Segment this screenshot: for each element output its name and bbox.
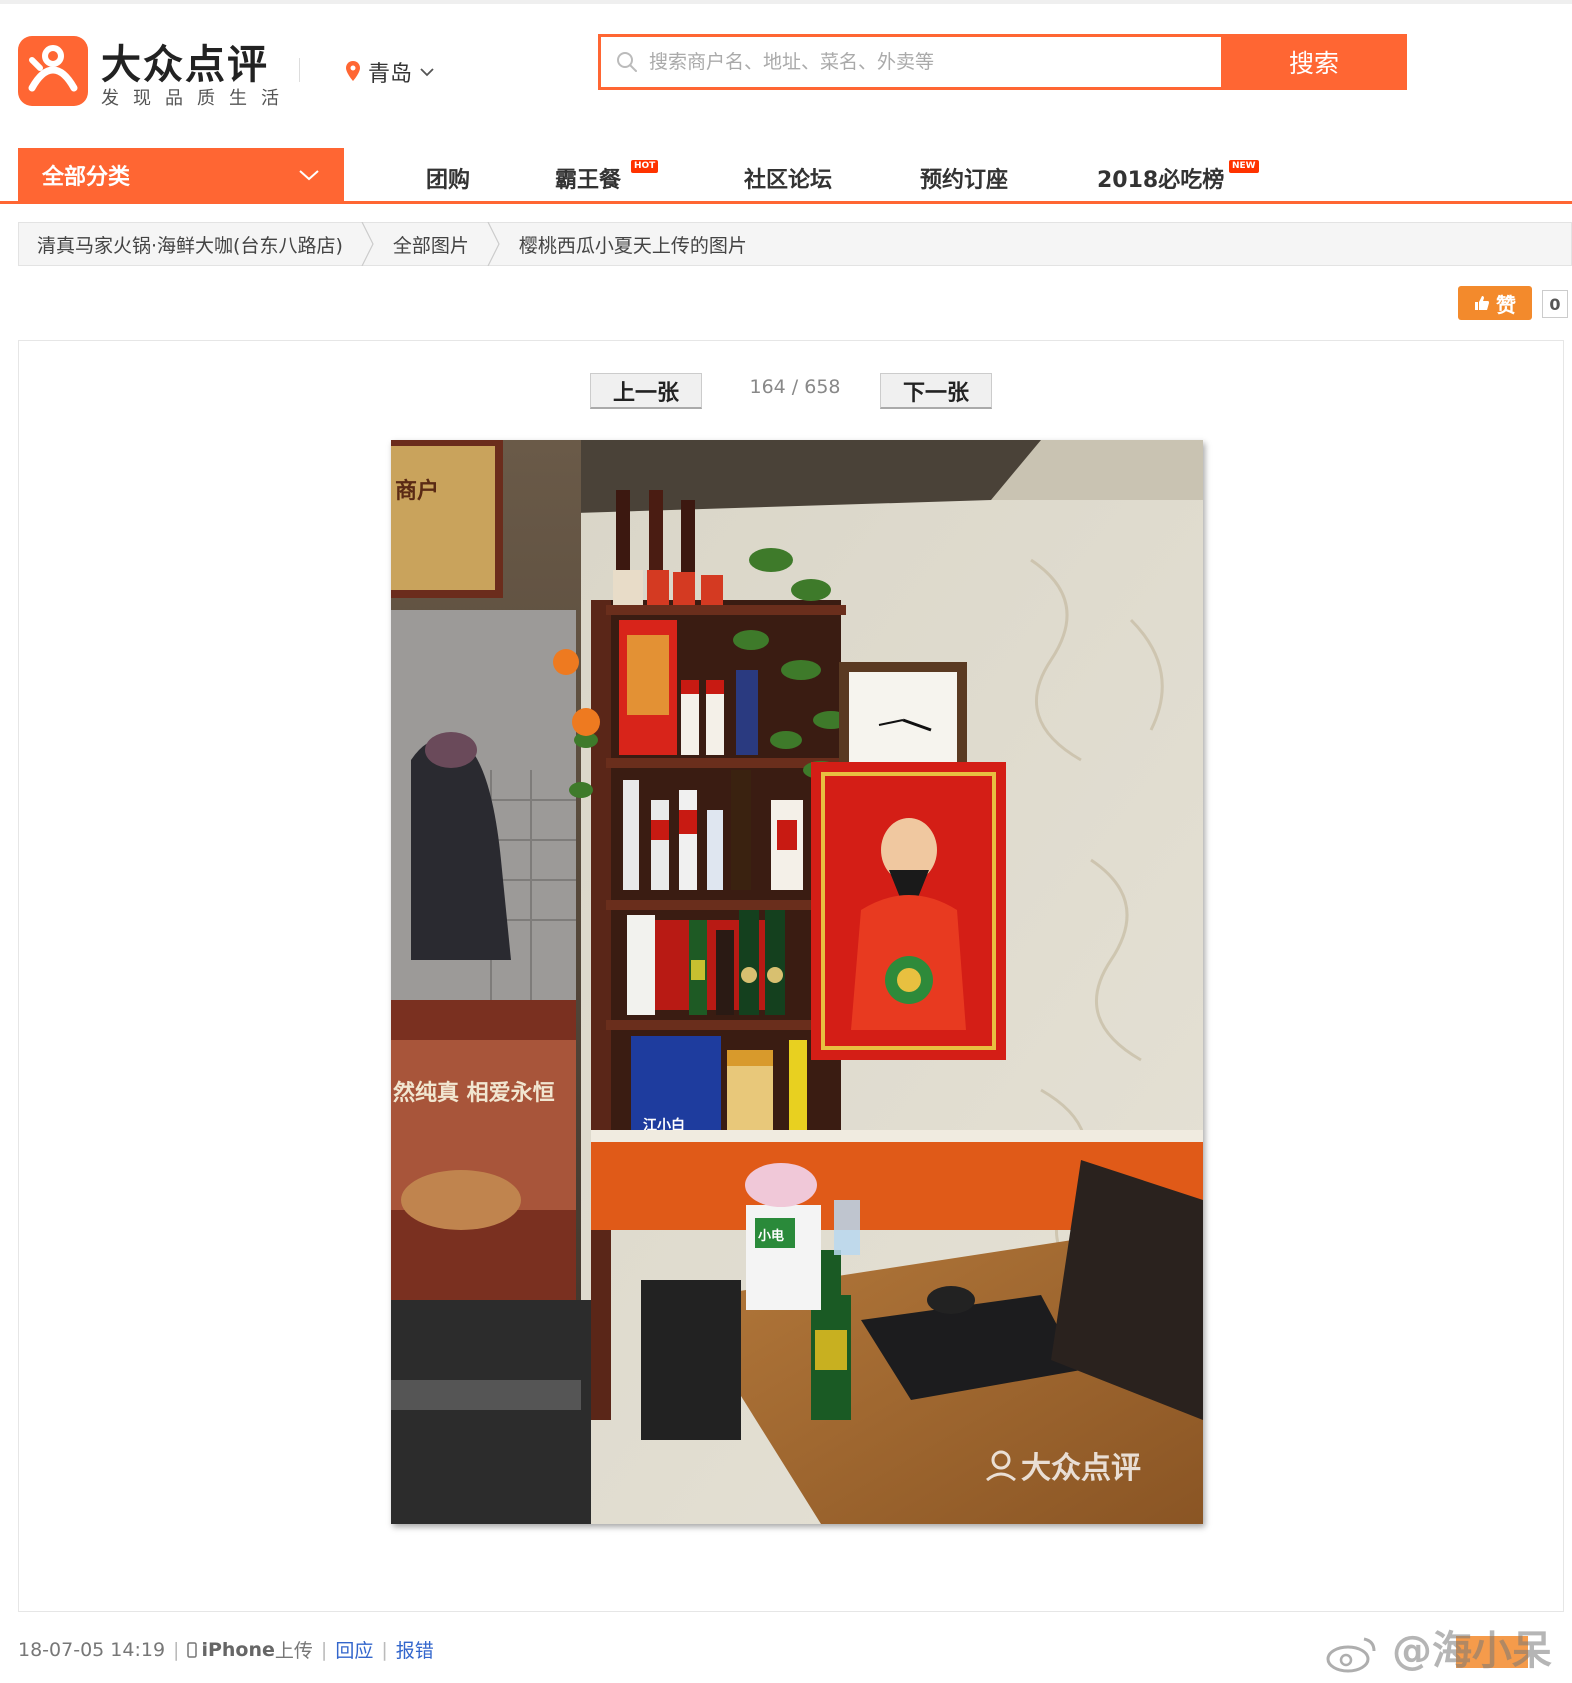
breadcrumb-separator-icon <box>361 222 374 266</box>
breadcrumb-label: 全部图片 <box>392 234 469 257</box>
brand-name: 大众点评 <box>101 42 269 88</box>
meta-separator: | <box>173 1638 180 1661</box>
search-input[interactable] <box>647 50 1191 74</box>
city-name: 青岛 <box>368 62 413 87</box>
logo-icon[interactable] <box>18 36 88 106</box>
hot-badge: HOT <box>631 160 659 173</box>
nav-item-tuangou[interactable]: 团购 <box>426 162 470 194</box>
photo-watermark: 大众点评 <box>1021 1451 1141 1486</box>
nav-item-label: 预约订座 <box>920 168 1009 193</box>
sign-text: 商户 <box>395 478 439 504</box>
nav-item-label: 2018必吃榜 <box>1097 168 1225 193</box>
location-pin-icon <box>346 61 360 81</box>
photo-meta: 18-07-05 14:19 | iPhone 上传 | 回应 | 报错 <box>18 1636 434 1663</box>
search-box <box>598 34 1221 90</box>
nav-item-bawangcan[interactable]: 霸王餐 HOT <box>555 160 659 194</box>
upload-suffix: 上传 <box>274 1640 313 1662</box>
nav-underline <box>0 201 1572 204</box>
next-photo-button[interactable]: 下一张 <box>880 373 992 409</box>
breadcrumb-shop[interactable]: 清真马家火锅·海鲜大咖(台东八路店) <box>19 223 361 265</box>
nav-item-forum[interactable]: 社区论坛 <box>744 162 832 194</box>
chevron-down-icon <box>299 170 319 181</box>
weibo-watermark: @海小呆 <box>1326 1618 1552 1676</box>
weibo-handle: @海小呆 <box>1391 1628 1552 1674</box>
meta-separator: | <box>320 1638 328 1661</box>
like-count: 0 <box>1542 290 1568 318</box>
nav-item-reservation[interactable]: 预约订座 <box>920 162 1008 194</box>
city-selector[interactable]: 青岛 <box>346 56 434 88</box>
nav-item-must-eat[interactable]: 2018必吃榜 NEW <box>1097 160 1259 194</box>
nav-item-label: 社区论坛 <box>744 168 833 193</box>
like-label: 赞 <box>1496 292 1516 317</box>
new-badge: NEW <box>1229 160 1259 173</box>
reply-link[interactable]: 回应 <box>335 1636 373 1663</box>
charger-text: 小电 <box>758 1228 784 1244</box>
breadcrumb-separator-icon <box>487 222 500 266</box>
main-photo[interactable]: 商户 然纯真 相爱永恒 江小白 小电 大众点评 <box>391 440 1203 1524</box>
thumbs-up-icon <box>1475 296 1489 310</box>
nav-item-label: 霸王餐 <box>555 168 622 193</box>
search-button[interactable]: 搜索 <box>1221 34 1407 90</box>
all-categories-label: 全部分类 <box>42 165 131 190</box>
upload-datetime: 18-07-05 14:19 <box>18 1638 166 1661</box>
like-button[interactable]: 赞 <box>1458 286 1532 320</box>
breadcrumb-label: 樱桃西瓜小夏天上传的图片 <box>518 234 747 257</box>
weibo-icon <box>1326 1637 1376 1673</box>
freezer-text: 然纯真 相爱永恒 <box>393 1080 555 1106</box>
top-border <box>0 0 1572 4</box>
prev-photo-button[interactable]: 上一张 <box>590 373 702 409</box>
search-icon <box>617 52 637 72</box>
meta-separator: | <box>381 1638 388 1661</box>
chevron-down-icon <box>420 68 434 77</box>
report-link[interactable]: 报错 <box>396 1636 434 1663</box>
header-divider <box>299 58 300 82</box>
breadcrumb-current: 樱桃西瓜小夏天上传的图片 <box>501 223 765 265</box>
upload-device: iPhone <box>201 1638 275 1661</box>
breadcrumb: 清真马家火锅·海鲜大咖(台东八路店) 全部图片 樱桃西瓜小夏天上传的图片 <box>18 222 1572 266</box>
all-categories-button[interactable]: 全部分类 <box>18 148 344 202</box>
phone-icon <box>187 1641 198 1658</box>
brand-slogan: 发现品质生活 <box>101 88 293 109</box>
breadcrumb-label: 清真马家火锅·海鲜大咖(台东八路店) <box>37 234 343 257</box>
breadcrumb-all-photos[interactable]: 全部图片 <box>375 223 487 265</box>
nav-item-label: 团购 <box>426 168 471 193</box>
photo-counter: 164 / 658 <box>749 376 841 398</box>
